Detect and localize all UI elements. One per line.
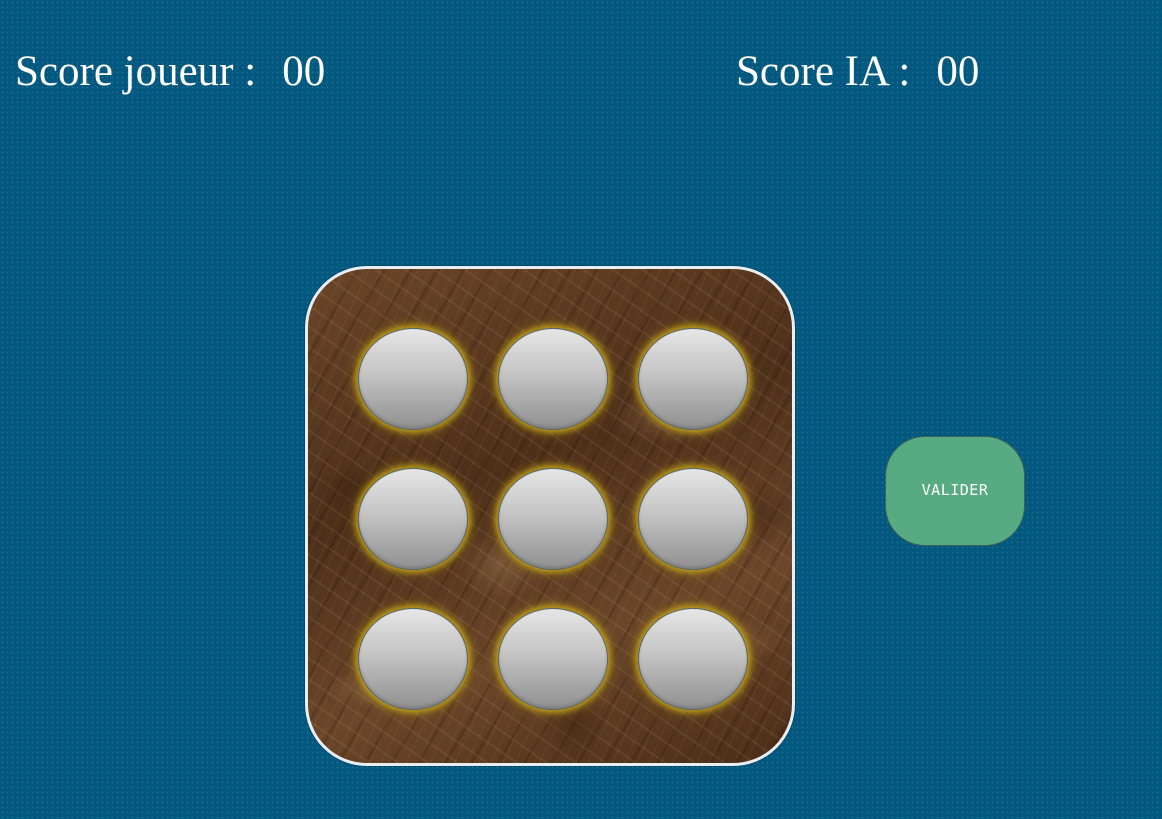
board-hole-r3-c1[interactable] (358, 608, 468, 710)
board-hole-r2-c1[interactable] (358, 468, 468, 570)
board-hole-r2-c3[interactable] (638, 468, 748, 570)
board-hole-r1-c2[interactable] (498, 328, 608, 430)
player-score-label: Score joueur : (15, 48, 257, 95)
ai-score: Score IA : 00 (736, 46, 979, 98)
game-board (305, 266, 795, 766)
board-hole-r2-c2[interactable] (498, 468, 608, 570)
board-hole-r3-c3[interactable] (638, 608, 748, 710)
player-score-value: 00 (282, 48, 326, 95)
validate-button[interactable]: VALIDER (885, 436, 1025, 546)
board-hole-r1-c1[interactable] (358, 328, 468, 430)
ai-score-label: Score IA : (736, 48, 911, 95)
board-hole-r3-c2[interactable] (498, 608, 608, 710)
ai-score-value: 00 (936, 48, 980, 95)
player-score: Score joueur : 00 (15, 46, 325, 98)
board-hole-r1-c3[interactable] (638, 328, 748, 430)
